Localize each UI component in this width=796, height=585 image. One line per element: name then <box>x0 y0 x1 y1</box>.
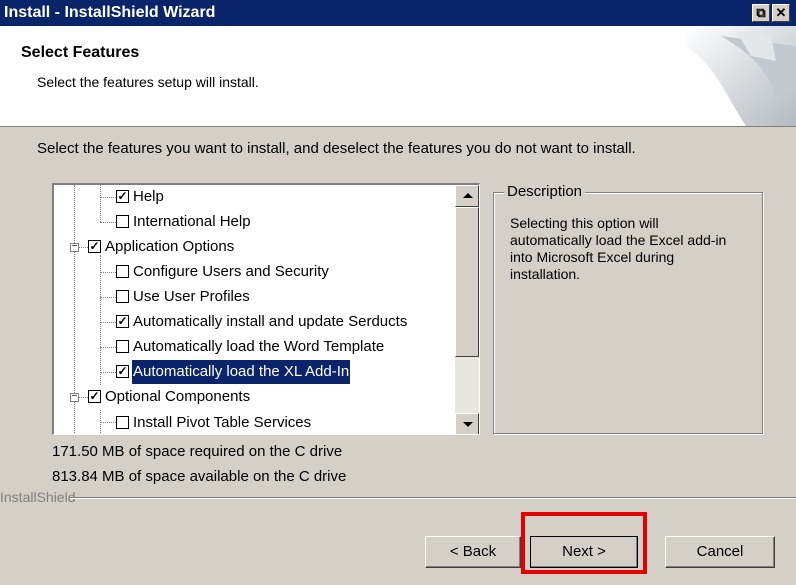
tree-line <box>100 222 116 223</box>
tree-item-label: Configure Users and Security <box>133 263 329 281</box>
back-button[interactable]: < Back <box>425 536 521 568</box>
description-group: Description Selecting this option will a… <box>493 183 763 434</box>
window-title: Install - InstallShield Wizard <box>4 4 216 21</box>
collapse-optional-components[interactable]: − <box>70 392 79 402</box>
checkbox-auto-load-word[interactable] <box>116 339 129 353</box>
checkbox-optional-components[interactable]: ✓ <box>88 389 101 403</box>
scroll-down-button[interactable] <box>455 413 479 434</box>
checkbox-international-help[interactable] <box>116 214 129 228</box>
checkbox-auto-load-xl[interactable]: ✓ <box>116 364 129 378</box>
checkbox-configure-users[interactable] <box>116 264 129 278</box>
space-available-text: 813.84 MB of space available on the C dr… <box>52 468 347 485</box>
description-text: Selecting this option will automatically… <box>510 215 727 282</box>
space-required-text: 171.50 MB of space required on the C dri… <box>52 443 343 460</box>
tree-item-pivot-table[interactable]: Install Pivot Table Services <box>116 411 312 434</box>
tree-item-label: Help <box>133 188 164 206</box>
tree-item-label: Use User Profiles <box>133 288 250 306</box>
checkbox-help[interactable]: ✓ <box>116 189 129 203</box>
checkbox-auto-install-serducts[interactable]: ✓ <box>116 314 129 328</box>
tree-line <box>100 272 116 273</box>
close-button[interactable]: ✕ <box>772 4 790 22</box>
tree-item-optional-components[interactable]: ✓ Optional Components <box>88 385 251 409</box>
tree-item-label: International Help <box>133 213 251 231</box>
tree-item-label: Automatically install and update Serduct… <box>133 313 408 331</box>
wizard-header: Select Features Select the features setu… <box>0 26 796 127</box>
checkbox-application-options[interactable]: ✓ <box>88 239 101 253</box>
tree-item-auto-load-word[interactable]: Automatically load the Word Template <box>116 335 385 359</box>
brand-divider <box>70 497 796 499</box>
tree-item-auto-install-serducts[interactable]: ✓ Automatically install and update Serduc… <box>116 310 408 334</box>
title-bar: Install - InstallShield Wizard ⧉ ✕ <box>0 0 796 26</box>
instruction-text: Select the features you want to install,… <box>37 140 636 157</box>
tree-item-label: Install Pivot Table Services <box>133 414 312 432</box>
tree-line <box>100 322 116 323</box>
checkbox-use-user-profiles[interactable] <box>116 289 129 303</box>
tree-item-use-user-profiles[interactable]: Use User Profiles <box>116 285 251 309</box>
close-icon: ✕ <box>775 5 787 20</box>
scroll-up-button[interactable] <box>455 185 479 207</box>
page-subtitle: Select the features setup will install. <box>37 74 259 90</box>
tree-line <box>100 255 101 385</box>
tree-line <box>100 185 101 222</box>
tree-item-label: Optional Components <box>105 388 251 406</box>
arrow-up-icon <box>463 193 473 198</box>
restore-button[interactable]: ⧉ <box>752 4 770 22</box>
tree-item-label: Automatically load the XL Add-In <box>130 359 352 386</box>
description-legend: Description <box>504 183 586 200</box>
cancel-button[interactable]: Cancel <box>665 536 775 568</box>
tree-item-label: Automatically load the Word Template <box>133 338 385 356</box>
installshield-brand: InstallShield <box>0 489 76 505</box>
tree-item-label: Application Options <box>105 238 235 256</box>
installshield-header-graphic <box>686 26 796 126</box>
collapse-application-options[interactable]: − <box>70 242 79 252</box>
tree-item-application-options[interactable]: ✓ Application Options <box>88 235 235 259</box>
tree-item-help[interactable]: ✓ Help <box>116 185 165 209</box>
tree-line <box>78 247 88 248</box>
tree-line <box>100 197 116 198</box>
feature-tree-rows: ✓ Help International Help − ✓ Application … <box>54 185 454 434</box>
next-highlight-box <box>521 512 647 574</box>
page-title: Select Features <box>21 44 140 61</box>
tree-line <box>100 422 116 423</box>
feature-tree[interactable]: ✓ Help International Help − ✓ Application … <box>52 183 480 435</box>
tree-item-auto-load-xl[interactable]: ✓ Automatically load the XL Add-In <box>116 359 352 386</box>
checkbox-pivot-table[interactable] <box>116 415 129 429</box>
tree-line <box>100 372 116 373</box>
scroll-thumb[interactable] <box>455 207 479 357</box>
tree-item-configure-users[interactable]: Configure Users and Security <box>116 260 330 284</box>
tree-scrollbar[interactable] <box>455 185 479 434</box>
tree-line <box>100 297 116 298</box>
tree-line <box>78 397 88 398</box>
arrow-down-icon <box>463 422 473 427</box>
tree-line <box>100 347 116 348</box>
restore-icon: ⧉ <box>756 5 766 20</box>
tree-item-international-help[interactable]: International Help <box>116 210 252 234</box>
